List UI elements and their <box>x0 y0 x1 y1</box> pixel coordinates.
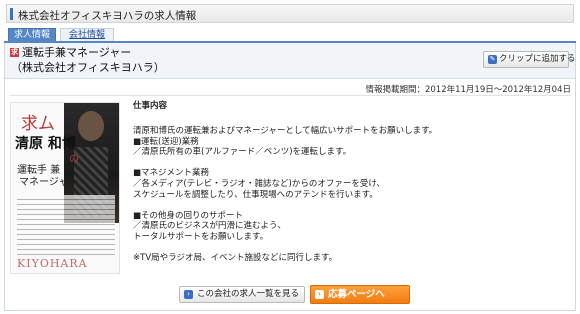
company-jobs-label: この会社の求人一覧を見る <box>197 289 300 299</box>
tab-company-info[interactable]: 会社情報 <box>60 28 114 42</box>
photo-stamp: KIYOHARA <box>17 257 88 270</box>
job-panel: 求 運転手兼マネージャー （株式会社オフィスキヨハラ） ✎ クリップに追加する … <box>4 43 576 311</box>
action-buttons: › この会社の求人一覧を見る › 応募ページへ <box>5 283 575 305</box>
job-title: 運転手兼マネージャー <box>22 46 132 59</box>
job-header: 求 運転手兼マネージャー （株式会社オフィスキヨハラ） ✎ クリップに追加する <box>5 43 576 79</box>
job-description: 仕事内容 清原和博氏の運転兼およびマネージャーとして幅広いサポートをお願いします… <box>133 100 573 264</box>
photo-text-name: 清原 和博 <box>15 136 76 152</box>
job-badge-icon: 求 <box>10 48 19 57</box>
clip-icon: ✎ <box>488 55 497 64</box>
job-photo: 求ム 清原 和博 の 運転手 兼 マネージャー KIYOHARA <box>10 102 120 274</box>
job-company: （株式会社オフィスキヨハラ） <box>11 61 165 74</box>
posting-period: 情報掲載期間：2012年11月19日～2012年12月04日 <box>365 85 571 95</box>
section-title: 仕事内容 <box>133 101 168 111</box>
apply-button[interactable]: › 応募ページへ <box>310 285 410 304</box>
photo-text-manager: マネージャー <box>19 177 79 188</box>
photo-fine-print <box>17 195 115 255</box>
arrow-right-icon: › <box>315 290 324 299</box>
apply-label: 応募ページへ <box>328 289 385 300</box>
add-to-clip-button[interactable]: ✎ クリップに追加する <box>483 51 576 68</box>
tab-job-info[interactable]: 求人情報 <box>8 28 56 42</box>
arrow-right-icon: › <box>184 290 193 299</box>
add-to-clip-label: クリップに追加する <box>499 54 576 64</box>
job-description-text: 清原和博氏の運転兼およびマネージャーとして幅広いサポートをお願いします。 ■運転… <box>133 126 438 264</box>
title-accent-bar <box>10 8 13 20</box>
page-title: 株式会社オフィスキヨハラの求人情報 <box>18 10 197 22</box>
photo-text-no: の <box>69 154 79 165</box>
company-jobs-button[interactable]: › この会社の求人一覧を見る <box>179 286 305 303</box>
divider <box>9 95 571 96</box>
page-title-bar: 株式会社オフィスキヨハラの求人情報 <box>6 4 574 23</box>
person-head <box>78 111 104 141</box>
photo-text-wanted: 求ム <box>21 114 55 134</box>
